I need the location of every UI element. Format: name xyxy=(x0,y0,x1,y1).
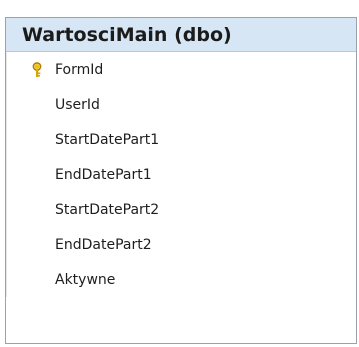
column-row-startdatepart1[interactable]: StartDatePart1 xyxy=(7,122,356,157)
column-name: Aktywne xyxy=(55,271,116,288)
row-selector xyxy=(7,227,55,262)
row-selector xyxy=(7,157,55,192)
column-list: FormId UserId StartDatePart1 EndDatePart… xyxy=(6,52,356,297)
primary-key-icon xyxy=(31,61,43,78)
column-row-startdatepart2[interactable]: StartDatePart2 xyxy=(7,192,356,227)
row-selector xyxy=(7,262,55,297)
table-title: WartosciMain (dbo) xyxy=(22,23,232,46)
row-selector xyxy=(7,52,55,87)
row-selector xyxy=(7,192,55,227)
column-row-aktywne[interactable]: Aktywne xyxy=(7,262,356,297)
column-name: StartDatePart2 xyxy=(55,201,160,218)
column-row-enddatepart1[interactable]: EndDatePart1 xyxy=(7,157,356,192)
column-name: EndDatePart1 xyxy=(55,166,152,183)
column-name: UserId xyxy=(55,96,100,113)
column-row-userid[interactable]: UserId xyxy=(7,87,356,122)
table-designer-box[interactable]: WartosciMain (dbo) FormId UserId StartDa… xyxy=(5,17,357,344)
column-row-enddatepart2[interactable]: EndDatePart2 xyxy=(7,227,356,262)
table-title-bar[interactable]: WartosciMain (dbo) xyxy=(6,18,356,52)
column-name: StartDatePart1 xyxy=(55,131,160,148)
column-row-formid[interactable]: FormId xyxy=(7,52,356,87)
column-name: EndDatePart2 xyxy=(55,236,152,253)
row-selector xyxy=(7,87,55,122)
column-name: FormId xyxy=(55,61,104,78)
row-selector xyxy=(7,122,55,157)
